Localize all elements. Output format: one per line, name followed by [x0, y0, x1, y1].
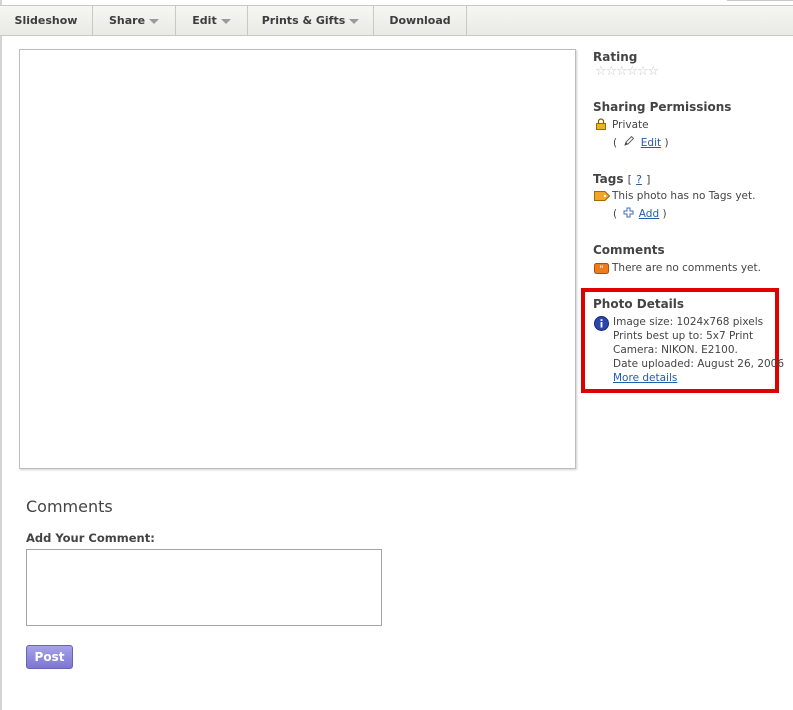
- star-icon[interactable]: ☆: [627, 65, 639, 79]
- star-icon[interactable]: ☆: [595, 65, 607, 79]
- photo-display[interactable]: [19, 49, 576, 469]
- rating-title: Rating: [593, 50, 638, 64]
- prints-gifts-menu-button[interactable]: Prints & Gifts: [248, 6, 374, 35]
- download-label: Download: [389, 14, 451, 27]
- slideshow-button[interactable]: Slideshow: [0, 6, 93, 35]
- chevron-down-icon: [349, 19, 360, 24]
- image-size-text: Image size: 1024x768 pixels: [613, 316, 764, 328]
- no-comments-text: There are no comments yet.: [612, 262, 761, 274]
- tags-title-text: Tags: [593, 172, 624, 186]
- svg-text:": ": [599, 265, 603, 274]
- tags-add-row: ( Add ): [613, 207, 667, 220]
- photo-details-title: Photo Details: [593, 297, 685, 311]
- close-paren: ): [664, 137, 669, 149]
- star-rating[interactable]: ☆ ☆ ☆ ☆ ☆ ☆: [595, 65, 660, 79]
- slideshow-label: Slideshow: [14, 14, 78, 27]
- info-icon: [594, 316, 609, 331]
- add-tag-link[interactable]: Add: [639, 208, 659, 220]
- date-uploaded-text: Date uploaded: August 26, 2006: [613, 358, 785, 370]
- comment-bubble-icon: ": [594, 263, 609, 274]
- star-icon[interactable]: ☆: [648, 65, 660, 79]
- tags-title: Tags [ ? ]: [593, 172, 650, 186]
- download-button[interactable]: Download: [374, 6, 467, 35]
- tags-help-bracket-open: [: [627, 173, 632, 186]
- share-label: Share: [108, 14, 146, 27]
- prints-best-text: Prints best up to: 5x7 Print: [613, 330, 754, 342]
- tag-icon: [594, 191, 610, 201]
- share-menu-button[interactable]: Share: [93, 6, 176, 35]
- top-strip: [727, 0, 793, 1]
- star-icon[interactable]: ☆: [616, 65, 628, 79]
- comment-textarea[interactable]: [26, 549, 382, 626]
- tags-empty-text: This photo has no Tags yet.: [612, 190, 756, 202]
- edit-menu-button[interactable]: Edit: [176, 6, 248, 35]
- left-frame-border: [0, 0, 2, 710]
- prints-gifts-label: Prints & Gifts: [261, 14, 346, 27]
- tags-help-link[interactable]: ?: [636, 173, 642, 186]
- camera-text: Camera: NIKON. E2100.: [613, 344, 738, 356]
- comments-heading: Comments: [26, 497, 113, 516]
- plus-icon: [623, 207, 634, 218]
- lock-icon: [596, 118, 606, 130]
- close-paren: ): [662, 208, 667, 220]
- pencil-icon: [624, 135, 635, 146]
- edit-label: Edit: [192, 14, 217, 27]
- tags-help-bracket-close: ]: [646, 173, 651, 186]
- star-icon[interactable]: ☆: [637, 65, 649, 79]
- photo-toolbar: Slideshow Share Edit Prints & Gifts Down…: [0, 5, 793, 36]
- sharing-edit-row: ( Edit ): [613, 135, 669, 149]
- more-details-link[interactable]: More details: [613, 372, 677, 384]
- add-comment-label: Add Your Comment:: [26, 531, 155, 545]
- edit-sharing-link[interactable]: Edit: [641, 137, 661, 149]
- sharing-permissions-title: Sharing Permissions: [593, 100, 732, 114]
- post-comment-button[interactable]: Post: [26, 645, 73, 669]
- comments-sidebar-title: Comments: [593, 243, 665, 257]
- sharing-status: Private: [612, 119, 649, 131]
- open-paren: (: [613, 208, 618, 220]
- star-icon[interactable]: ☆: [606, 65, 618, 79]
- chevron-down-icon: [149, 19, 160, 24]
- chevron-down-icon: [220, 19, 231, 24]
- open-paren: (: [613, 137, 618, 149]
